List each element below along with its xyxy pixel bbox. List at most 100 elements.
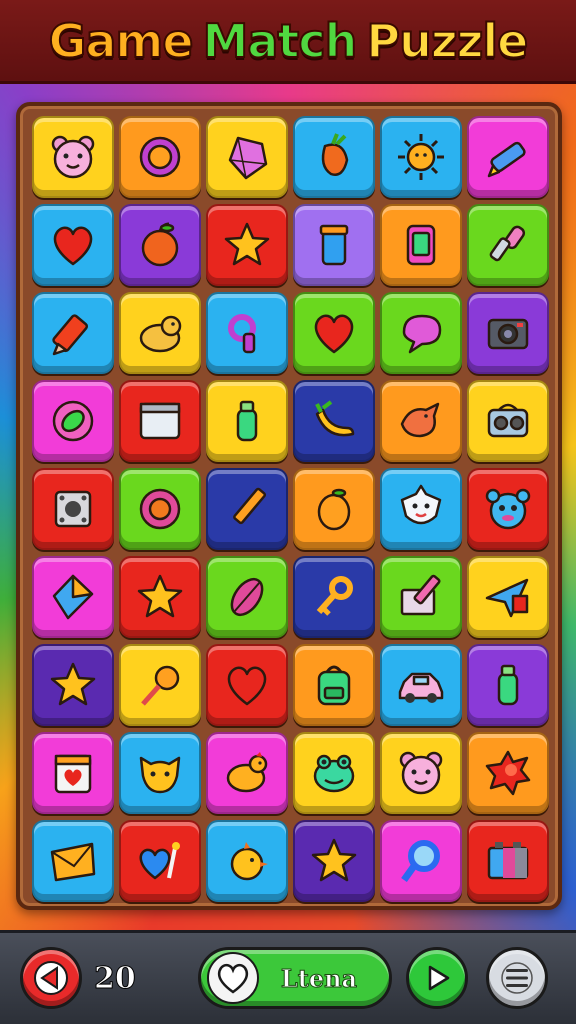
calendar-icon (139, 402, 181, 440)
game-tile[interactable] (467, 644, 549, 726)
title-word-puzzle: Puzzle (365, 13, 529, 69)
game-tile[interactable] (467, 556, 549, 638)
arrow-left-icon (34, 961, 68, 995)
game-tile[interactable] (380, 380, 462, 462)
speech-bubble-icon (402, 314, 442, 354)
game-tile[interactable] (119, 732, 201, 814)
game-tile[interactable] (293, 204, 375, 286)
menu-icon (501, 962, 533, 994)
speaker-icon (54, 490, 92, 528)
game-tile[interactable] (467, 204, 549, 286)
game-tile[interactable] (380, 468, 462, 550)
magnifier-icon (401, 840, 440, 883)
marker-pen-icon (487, 141, 526, 178)
envelope-icon (50, 842, 96, 882)
sun-icon (398, 134, 444, 180)
game-tile[interactable] (380, 116, 462, 198)
game-tile[interactable] (206, 556, 288, 638)
play-button[interactable] (406, 947, 468, 1009)
game-tile[interactable] (380, 644, 462, 726)
game-tile[interactable] (380, 556, 462, 638)
game-tile[interactable] (380, 732, 462, 814)
heart-wand-icon (139, 842, 180, 880)
game-tile[interactable] (467, 116, 549, 198)
game-tile[interactable] (32, 292, 114, 374)
game-tile[interactable] (293, 380, 375, 462)
lives-button[interactable]: Ltena (198, 947, 392, 1009)
game-tile[interactable] (119, 380, 201, 462)
menu-button[interactable] (486, 947, 548, 1009)
game-tile[interactable] (32, 380, 114, 462)
phone-icon (406, 224, 436, 266)
game-tile[interactable] (32, 556, 114, 638)
bird-icon (400, 402, 440, 438)
back-button[interactable] (20, 947, 82, 1009)
game-tile[interactable] (293, 468, 375, 550)
dog-icon (139, 315, 182, 353)
game-tile[interactable] (32, 820, 114, 902)
game-tile[interactable] (206, 292, 288, 374)
bottle-icon (497, 664, 519, 706)
star-icon (137, 574, 183, 618)
jar-icon (319, 224, 349, 266)
game-tile[interactable] (380, 292, 462, 374)
game-tile[interactable] (206, 732, 288, 814)
paintbrush-icon (489, 225, 526, 262)
game-tile[interactable] (119, 292, 201, 374)
game-tile[interactable] (293, 116, 375, 198)
game-tile[interactable] (467, 380, 549, 462)
whistle-icon (228, 314, 256, 354)
pencil-icon (233, 487, 267, 525)
key-icon (316, 576, 353, 616)
game-tile[interactable] (293, 556, 375, 638)
game-tile[interactable] (119, 468, 201, 550)
game-tile[interactable] (467, 468, 549, 550)
game-tile[interactable] (293, 820, 375, 902)
apple-icon (141, 222, 179, 267)
crayon-icon (52, 314, 89, 356)
car-icon (398, 672, 444, 703)
lollipop-icon (141, 665, 180, 706)
star-icon (224, 222, 270, 266)
game-tile[interactable] (467, 732, 549, 814)
game-tile[interactable] (467, 820, 549, 902)
game-tile[interactable] (293, 644, 375, 726)
game-tile[interactable] (32, 732, 114, 814)
heart-icon (217, 963, 249, 994)
camera-icon (487, 318, 529, 350)
game-tile[interactable] (206, 204, 288, 286)
game-tile[interactable] (119, 556, 201, 638)
heart-icon-wrap (207, 952, 259, 1004)
game-tile[interactable] (206, 468, 288, 550)
game-tile[interactable] (380, 204, 462, 286)
game-tile[interactable] (467, 292, 549, 374)
banana-icon (315, 400, 355, 437)
game-tile[interactable] (206, 116, 288, 198)
game-tile[interactable] (206, 820, 288, 902)
radio-icon (487, 403, 529, 438)
title-bar: Game Match Puzzle (0, 0, 576, 84)
game-tile[interactable] (32, 644, 114, 726)
game-tile[interactable] (293, 292, 375, 374)
battery-icon (487, 842, 529, 880)
game-tile[interactable] (119, 820, 201, 902)
flower-gear-icon (139, 488, 181, 530)
game-tile[interactable] (206, 644, 288, 726)
game-tile[interactable] (380, 820, 462, 902)
game-tile[interactable] (119, 116, 201, 198)
star-face-icon (400, 484, 442, 525)
cat-face-icon (139, 756, 181, 794)
heart-icon (53, 226, 93, 266)
game-tile[interactable] (119, 644, 201, 726)
game-tile[interactable] (32, 116, 114, 198)
chicken-icon (226, 752, 268, 793)
bottle-icon (236, 400, 258, 442)
game-tile[interactable] (32, 204, 114, 286)
game-tile[interactable] (206, 380, 288, 462)
game-tile[interactable] (32, 468, 114, 550)
gear-icon (139, 136, 181, 178)
leaf-icon (230, 577, 264, 617)
game-tile[interactable] (293, 732, 375, 814)
bear-face-icon (399, 751, 443, 795)
game-tile[interactable] (119, 204, 201, 286)
